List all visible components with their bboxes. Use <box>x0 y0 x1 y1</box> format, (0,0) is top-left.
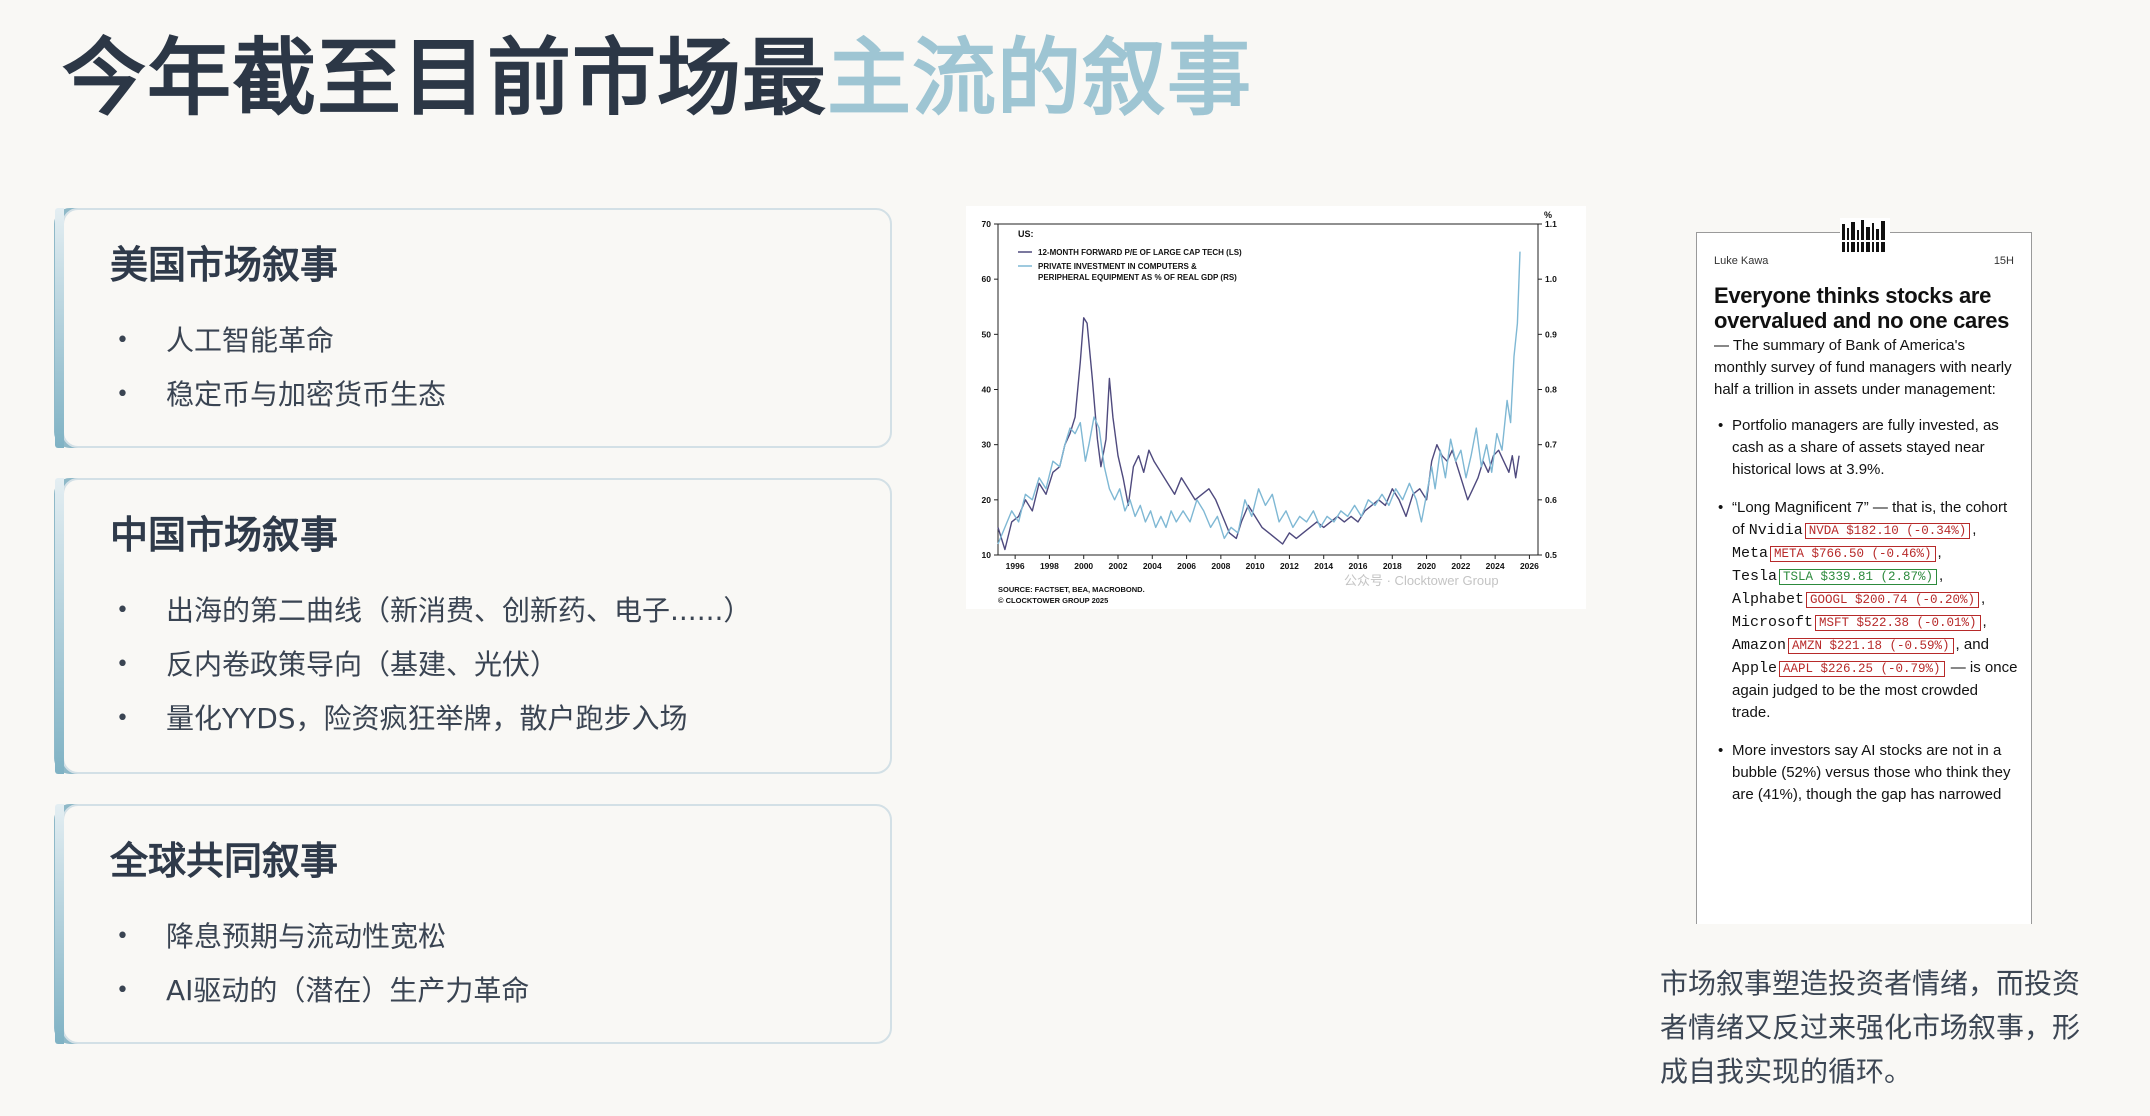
y-left-tick-label: 30 <box>982 440 992 450</box>
chart-svg: 10 20 30 40 50 60 70 0.5 0.6 0.7 0.8 0.9 1.0 1.1 1996 1… <box>982 210 1558 605</box>
x-tick-label: 2024 <box>1486 561 1505 571</box>
list-item: 反内卷政策导向（基建、光伏） <box>112 638 751 692</box>
legend-label-pe: 12-MONTH FORWARD P/E OF LARGE CAP TECH (… <box>1038 248 1242 257</box>
y-right-tick-label: 1.1 <box>1545 219 1557 229</box>
stock-name: Nvidia <box>1748 522 1803 539</box>
card-title: 美国市场叙事 <box>110 243 339 287</box>
list-item: AI驱动的（潜在）生产力革命 <box>112 964 529 1018</box>
stock-name: Amazon <box>1732 637 1787 654</box>
x-tick-label: 2004 <box>1143 561 1162 571</box>
x-tick-label: 2014 <box>1314 561 1333 571</box>
news-bullet-mag7: “Long Magnificent 7” — that is, the coho… <box>1718 497 2020 724</box>
stock-separator: , <box>1972 521 1977 538</box>
y-right-tick-label: 1.0 <box>1545 274 1557 284</box>
news-body: Everyone thinks stocks are overvalued an… <box>1714 283 2020 822</box>
x-tick-label: 2006 <box>1177 561 1196 571</box>
legend-label-investment: PRIVATE INVESTMENT IN COMPUTERS & PERIPH… <box>1038 262 1237 282</box>
card-title: 全球共同叙事 <box>110 839 339 883</box>
barcode-logo-icon <box>1840 220 1890 252</box>
list-item: 降息预期与流动性宽松 <box>112 910 529 964</box>
stock-name: Meta <box>1732 545 1769 562</box>
chart-axes: 10 20 30 40 50 60 70 0.5 0.6 0.7 0.8 0.9 1.0 1.1 1996 1… <box>982 219 1558 571</box>
stock-separator: , <box>1937 544 1942 561</box>
chart-source: SOURCE: FACTSET, BEA, MACROBOND. <box>998 585 1145 594</box>
y-left-tick-label: 60 <box>982 274 992 284</box>
card-title: 中国市场叙事 <box>110 513 339 557</box>
x-tick-label: 2010 <box>1246 561 1265 571</box>
stock-list: Nvidia NVDA $182.10 (-0.34%), Meta META $7… <box>1732 521 1989 677</box>
x-tick-label: 1996 <box>1006 561 1025 571</box>
stock-ticker-chip[interactable]: GOOGL $200.74 (-0.20%) <box>1806 592 1980 608</box>
x-tick-label: 2000 <box>1074 561 1093 571</box>
x-tick-label: 2016 <box>1349 561 1368 571</box>
x-tick-label: 2018 <box>1383 561 1402 571</box>
stock-separator: , and <box>1955 636 1989 653</box>
pe-vs-investment-chart: 10 20 30 40 50 60 70 0.5 0.6 0.7 0.8 0.9 1.0 1.1 1996 1… <box>966 206 1586 609</box>
card-us-narrative: 美国市场叙事 人工智能革命 稳定币与加密货币生态 <box>55 208 892 448</box>
stock-name: Alphabet <box>1732 591 1805 608</box>
y-right-tick-label: 0.5 <box>1545 550 1557 560</box>
x-tick-label: 2020 <box>1417 561 1436 571</box>
stock-separator: , <box>1981 590 1986 607</box>
news-summary: — The summary of Bank of America's month… <box>1714 337 2012 398</box>
news-bullet: Portfolio managers are fully invested, a… <box>1718 415 2020 481</box>
right-axis-unit: % <box>1544 210 1552 220</box>
y-left-tick-label: 70 <box>982 219 992 229</box>
series-line-pe <box>997 317 1520 551</box>
chart-series <box>997 251 1521 551</box>
y-left-tick-label: 40 <box>982 385 992 395</box>
stock-ticker-chip[interactable]: MSFT $522.38 (-0.01%) <box>1815 615 1981 631</box>
y-right-tick-label: 0.9 <box>1545 329 1557 339</box>
x-tick-label: 1998 <box>1040 561 1059 571</box>
card-list: 人工智能革命 稳定币与加密货币生态 <box>112 314 446 422</box>
news-bullet: More investors say AI stocks are not in … <box>1718 740 2020 806</box>
chart-copyright: © CLOCKTOWER GROUP 2025 <box>998 596 1108 605</box>
stock-name: Tesla <box>1732 568 1778 585</box>
legend-label-investment-line1: PRIVATE INVESTMENT IN COMPUTERS & <box>1038 262 1197 271</box>
stock-separator: , <box>1982 613 1987 630</box>
x-tick-label: 2012 <box>1280 561 1299 571</box>
stock-ticker-chip[interactable]: NVDA $182.10 (-0.34%) <box>1804 523 1971 539</box>
y-left-tick-label: 10 <box>982 550 992 560</box>
chart-watermark: 公众号 · Clocktower Group <box>1344 573 1499 588</box>
slide-title: 今年截至目前市场最主流的叙事 <box>62 28 1252 129</box>
stock-ticker-chip[interactable]: AMZN $221.18 (-0.59%) <box>1788 638 1954 654</box>
y-left-tick-label: 20 <box>982 495 992 505</box>
stock-name: Microsoft <box>1732 614 1814 631</box>
news-author: Luke Kawa <box>1714 255 1769 267</box>
list-item: 稳定币与加密货币生态 <box>112 368 446 422</box>
slide-title-highlight: 主流的叙事 <box>827 29 1253 127</box>
list-item: 量化YYDS，险资疯狂举牌，散户跑步入场 <box>112 692 751 746</box>
news-card: Luke Kawa 15H Everyone thinks stocks are… <box>1696 232 2032 924</box>
legend-label-investment-line2: PERIPHERAL EQUIPMENT AS % OF REAL GDP (R… <box>1038 273 1237 282</box>
y-left-tick-label: 50 <box>982 329 992 339</box>
x-tick-label: 2026 <box>1520 561 1539 571</box>
list-item: 人工智能革命 <box>112 314 446 368</box>
slide-caption: 市场叙事塑造投资者情绪，而投资者情绪又反过来强化市场叙事，形成自我实现的循环。 <box>1660 967 2081 1088</box>
card-list: 降息预期与流动性宽松 AI驱动的（潜在）生产力革命 <box>112 910 529 1018</box>
card-list: 出海的第二曲线（新消费、创新药、电子......） 反内卷政策导向（基建、光伏）… <box>112 584 751 746</box>
card-china-narrative: 中国市场叙事 出海的第二曲线（新消费、创新药、电子......） 反内卷政策导向… <box>55 478 892 774</box>
x-tick-label: 2002 <box>1109 561 1128 571</box>
slide-title-dark: 今年截至目前市场最 <box>62 29 828 127</box>
news-time: 15H <box>1993 255 2014 267</box>
news-headline: Everyone thinks stocks are overvalued an… <box>1714 283 2010 333</box>
stock-separator: , <box>1939 567 1944 584</box>
y-right-tick-label: 0.8 <box>1545 385 1557 395</box>
stock-ticker-chip[interactable]: AAPL $226.25 (-0.79%) <box>1779 661 1945 677</box>
card-global-narrative: 全球共同叙事 降息预期与流动性宽松 AI驱动的（潜在）生产力革命 <box>55 804 892 1044</box>
news-bullets: Portfolio managers are fully invested, a… <box>1714 415 2020 806</box>
stock-ticker-chip[interactable]: TSLA $339.81 (2.87%) <box>1779 569 1938 585</box>
news-logo <box>1840 218 1890 254</box>
list-item: 出海的第二曲线（新消费、创新药、电子......） <box>112 584 751 638</box>
chart-title: US: <box>1018 229 1034 239</box>
x-tick-label: 2008 <box>1211 561 1230 571</box>
y-right-tick-label: 0.6 <box>1545 495 1557 505</box>
stock-name: Apple <box>1732 660 1778 677</box>
stock-ticker-chip[interactable]: META $766.50 (-0.46%) <box>1770 546 1936 562</box>
y-right-tick-label: 0.7 <box>1545 440 1557 450</box>
x-tick-label: 2022 <box>1451 561 1470 571</box>
